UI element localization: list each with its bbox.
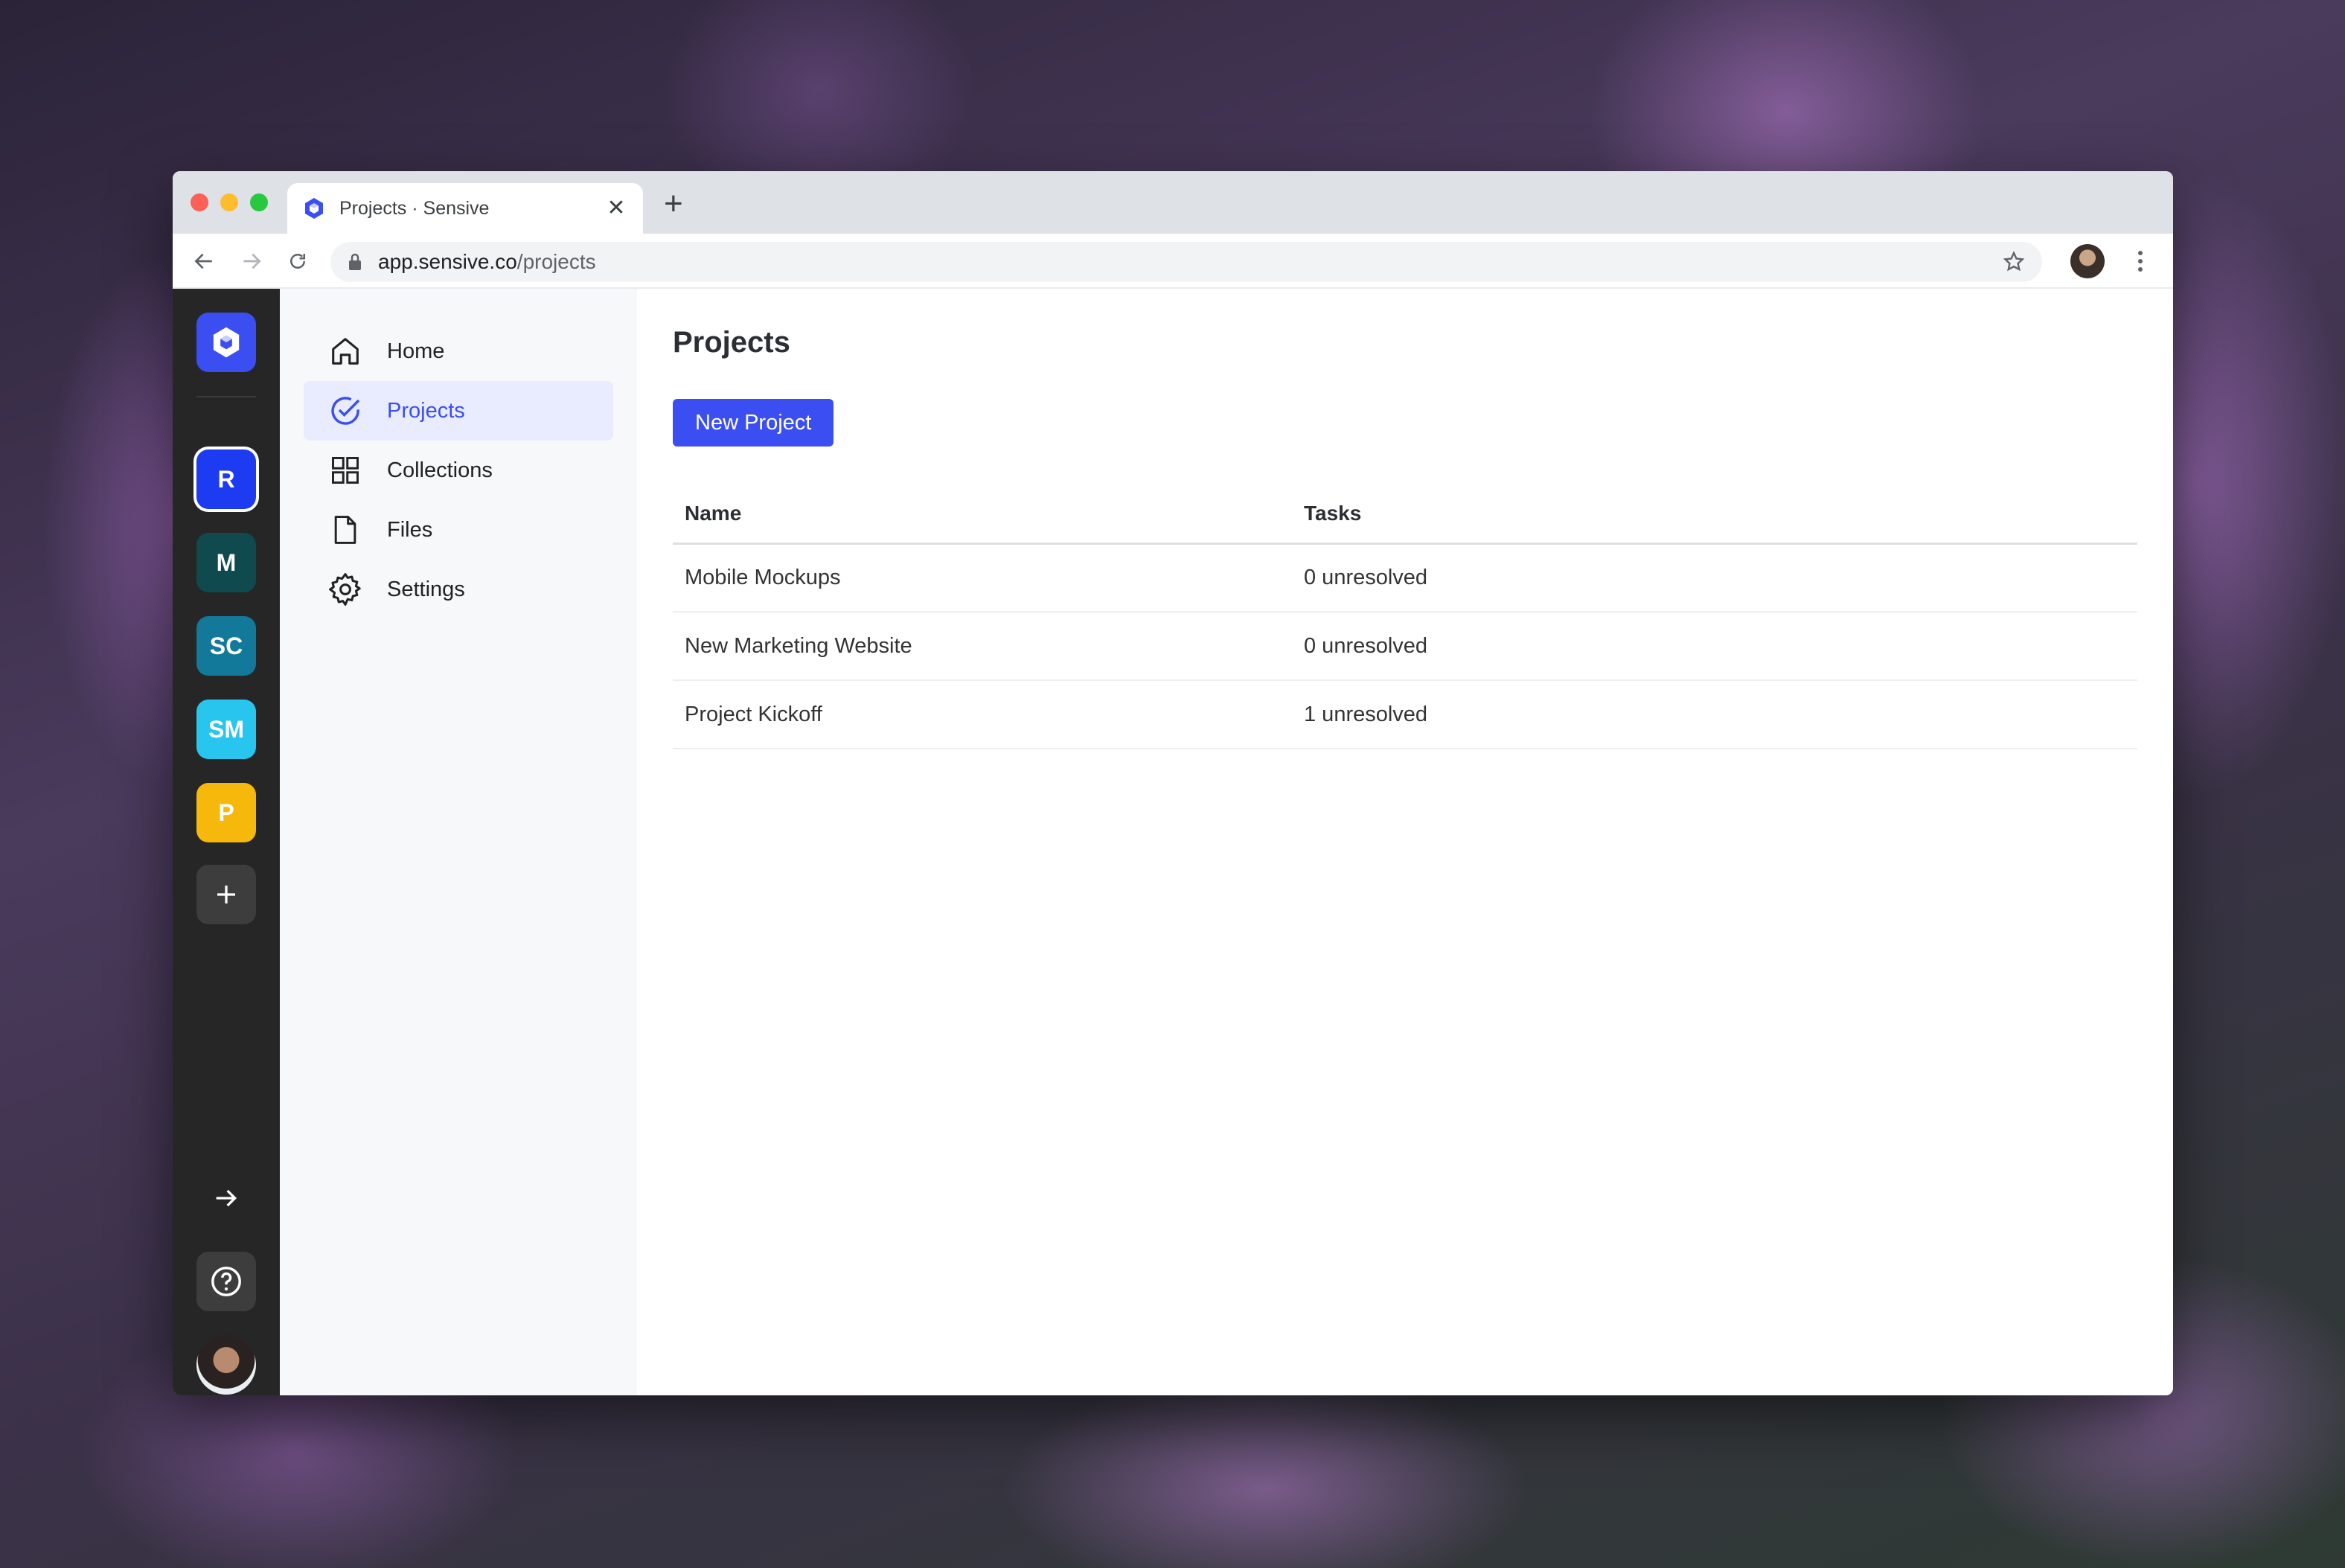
workspace-initials: SM <box>208 715 244 743</box>
sidebar-item-collections[interactable]: Collections <box>304 441 613 500</box>
tab-strip: Projects · Sensive ✕ + <box>173 171 2173 234</box>
bookmark-star-icon[interactable] <box>2002 250 2026 274</box>
table-row[interactable]: Mobile Mockups 0 unresolved <box>673 543 2137 612</box>
plus-icon <box>217 886 235 903</box>
new-tab-icon[interactable]: + <box>664 188 683 220</box>
column-header-tasks[interactable]: Tasks <box>1292 485 2137 545</box>
expand-sidebar-button[interactable] <box>196 1168 256 1228</box>
sidebar-item-home[interactable]: Home <box>304 321 613 381</box>
project-name-cell[interactable]: Mobile Mockups <box>673 543 1292 612</box>
close-window-button[interactable] <box>191 193 208 211</box>
workspace-initials: SC <box>209 632 243 659</box>
url-path: /projects <box>516 250 596 273</box>
lock-icon <box>349 253 361 270</box>
arrow-right-icon <box>216 1189 237 1207</box>
sidebar-nav: Home Projects Collections Files Settings <box>280 289 637 1395</box>
home-icon <box>327 333 363 369</box>
file-icon <box>327 512 363 548</box>
workspace-rail: R M SC SM P <box>173 289 280 1395</box>
workspace-initials: R <box>217 465 235 493</box>
zoom-window-button[interactable] <box>250 193 268 211</box>
table-row[interactable]: New Marketing Website 0 unresolved <box>673 612 2137 681</box>
reload-icon[interactable] <box>283 246 313 276</box>
user-avatar[interactable] <box>196 1335 256 1395</box>
app-logo-icon[interactable] <box>196 313 256 372</box>
address-bar[interactable]: app.sensive.co/projects <box>330 242 2042 282</box>
sidebar-item-label: Settings <box>387 577 465 601</box>
sidebar-item-label: Projects <box>387 398 465 423</box>
profile-avatar[interactable] <box>2070 244 2105 278</box>
workspace-initials: P <box>218 799 234 826</box>
browser-window: Projects · Sensive ✕ + app.sensive.co/pr… <box>173 171 2173 1395</box>
help-button[interactable] <box>196 1252 256 1311</box>
question-circle-icon <box>211 1267 241 1296</box>
project-tasks-cell: 0 unresolved <box>1292 612 2137 681</box>
column-header-name[interactable]: Name <box>673 485 1292 545</box>
browser-tab[interactable]: Projects · Sensive ✕ <box>287 183 643 234</box>
sidebar-item-label: Home <box>387 339 445 363</box>
project-tasks-cell: 0 unresolved <box>1292 543 2137 612</box>
sidebar-item-label: Files <box>387 517 433 542</box>
browser-menu-icon[interactable] <box>2125 246 2155 276</box>
rail-divider <box>196 396 256 397</box>
new-project-button[interactable]: New Project <box>673 399 834 447</box>
sidebar-item-label: Collections <box>387 458 493 482</box>
project-name-cell[interactable]: New Marketing Website <box>673 612 1292 681</box>
projects-table: Name Tasks Mobile Mockups 0 unresolved N… <box>673 485 2137 749</box>
add-workspace-button[interactable] <box>196 865 256 924</box>
workspace-initials: M <box>216 548 237 576</box>
workspace-m-button[interactable]: M <box>196 533 256 592</box>
sidebar-item-settings[interactable]: Settings <box>304 560 613 619</box>
sidebar-item-files[interactable]: Files <box>304 500 613 560</box>
tab-title: Projects · Sensive <box>339 197 490 219</box>
sensive-favicon-icon <box>305 198 323 219</box>
check-circle-icon <box>327 393 363 429</box>
table-row[interactable]: Project Kickoff 1 unresolved <box>673 680 2137 749</box>
browser-toolbar: app.sensive.co/projects <box>173 234 2173 289</box>
table-header-row: Name Tasks <box>673 485 2137 545</box>
workspace-r-button[interactable]: R <box>196 449 256 509</box>
app-container: R M SC SM P Home Projects Collections Fi… <box>173 289 2173 1395</box>
close-tab-icon[interactable]: ✕ <box>604 196 628 220</box>
gear-icon <box>327 572 363 607</box>
page-title: Projects <box>673 326 790 359</box>
workspace-p-button[interactable]: P <box>196 783 256 842</box>
minimize-window-button[interactable] <box>220 193 238 211</box>
forward-icon[interactable] <box>237 246 266 276</box>
project-tasks-cell: 1 unresolved <box>1292 680 2137 749</box>
workspace-sc-button[interactable]: SC <box>196 616 256 676</box>
main-content: Projects New Project Name Tasks Mobile M… <box>637 289 2173 1395</box>
sidebar-item-projects[interactable]: Projects <box>304 381 613 441</box>
grid-icon <box>327 452 363 488</box>
project-name-cell[interactable]: Project Kickoff <box>673 680 1292 749</box>
workspace-sm-button[interactable]: SM <box>196 700 256 759</box>
back-icon[interactable] <box>189 246 219 276</box>
url-host: app.sensive.co <box>378 250 517 273</box>
